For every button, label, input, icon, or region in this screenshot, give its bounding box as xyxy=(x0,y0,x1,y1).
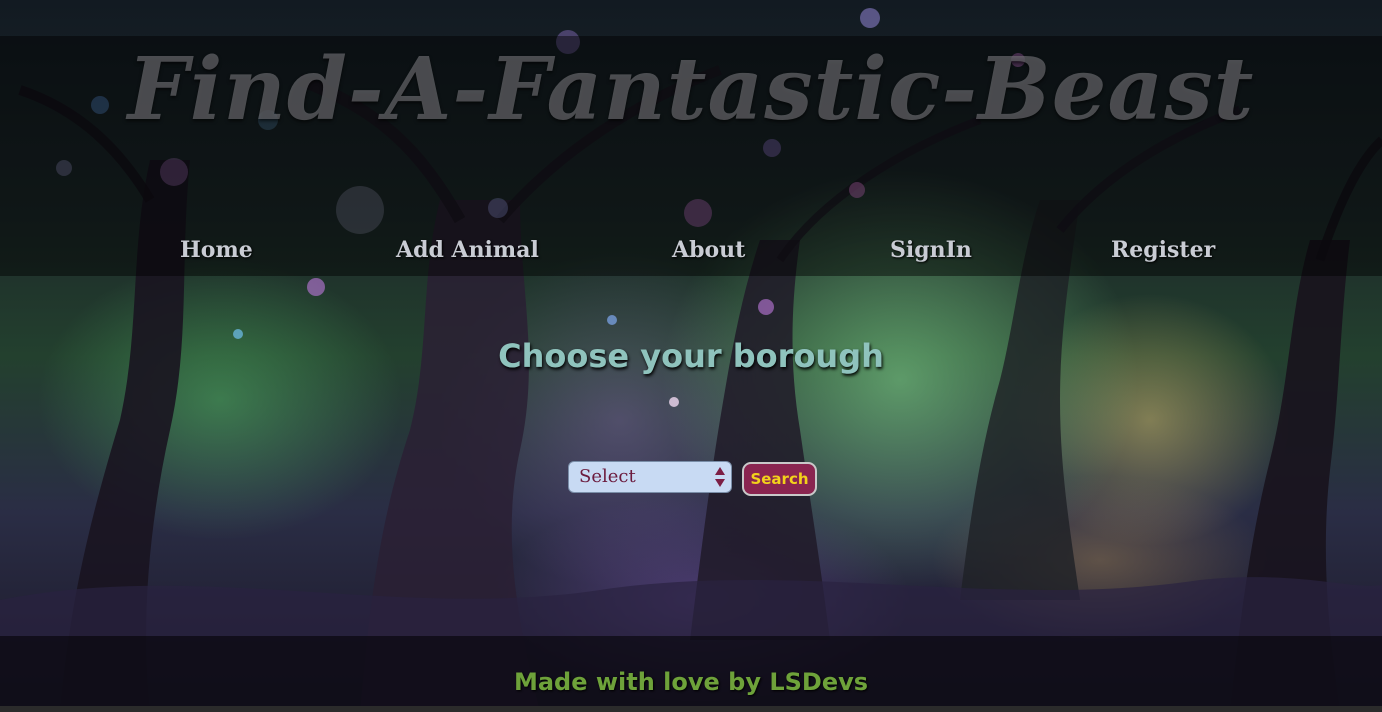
borough-select-value: Select xyxy=(579,466,636,487)
bottom-edge-strip xyxy=(0,706,1382,712)
footer-credit: Made with love by LSDevs xyxy=(513,668,869,696)
select-arrows-icon xyxy=(715,466,725,488)
page: Find-A-Fantastic-Beast Home Add Animal A… xyxy=(0,0,1382,712)
nav-register-link[interactable]: Register xyxy=(1111,234,1215,266)
search-button[interactable]: Search xyxy=(742,462,817,496)
site-title: Find-A-Fantastic-Beast xyxy=(127,39,1255,140)
nav-home-link[interactable]: Home xyxy=(180,234,253,266)
nav-about-link[interactable]: About xyxy=(672,234,745,266)
nav-signin-link[interactable]: SignIn xyxy=(890,234,972,266)
borough-select[interactable]: Select xyxy=(568,461,732,493)
nav-add-animal-link[interactable]: Add Animal xyxy=(396,234,539,266)
borough-heading: Choose your borough xyxy=(498,337,884,375)
